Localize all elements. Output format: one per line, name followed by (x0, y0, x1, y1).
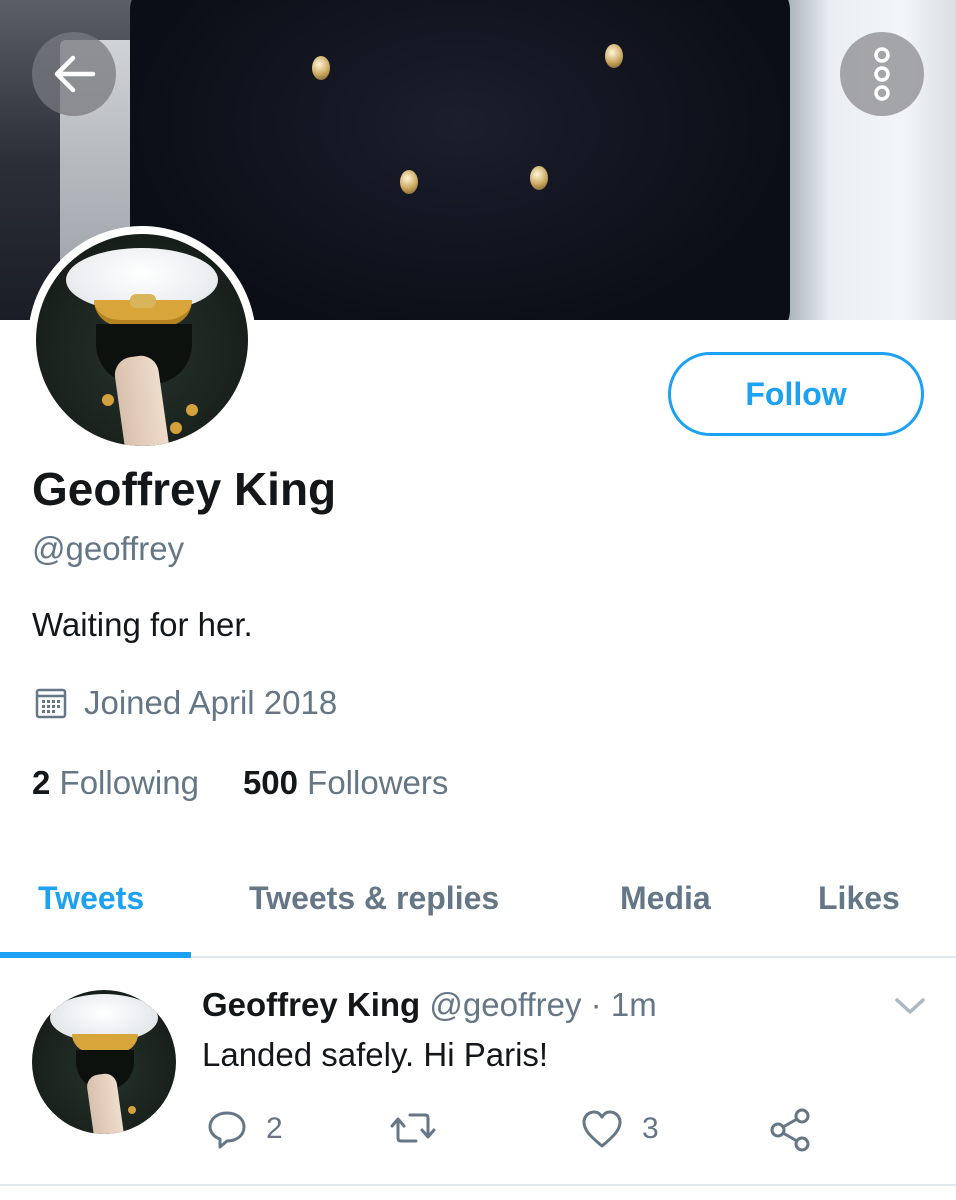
arrow-left-icon (54, 55, 96, 93)
profile-stats: 2 Following 500 Followers (32, 764, 448, 802)
tab-tweets[interactable]: Tweets (38, 880, 144, 917)
more-options-button[interactable] (840, 32, 924, 116)
heart-icon (582, 1110, 622, 1148)
profile-bio: Waiting for her. (32, 606, 253, 643)
share-icon (770, 1108, 810, 1152)
followers-link[interactable]: 500 Followers (243, 764, 448, 802)
back-button[interactable] (32, 32, 116, 116)
following-label: Following (59, 764, 199, 801)
profile-handle: @geoffrey (32, 530, 185, 567)
tab-likes[interactable]: Likes (818, 880, 900, 917)
profile-avatar[interactable] (28, 226, 256, 454)
like-count: 3 (642, 1112, 659, 1145)
tweet-actions: 2 3 (202, 1108, 842, 1156)
chevron-down-icon[interactable] (892, 994, 928, 1018)
tweet-avatar[interactable] (32, 990, 176, 1134)
uniform-button (605, 44, 623, 68)
tab-tweets-replies[interactable]: Tweets & replies (249, 880, 499, 917)
profile-name: Geoffrey King (32, 463, 337, 515)
joined-date: Joined April 2018 (34, 684, 337, 722)
followers-count: 500 (242, 764, 298, 801)
tweet-meta: @geoffrey · 1m (429, 986, 657, 1023)
share-button[interactable] (768, 1108, 812, 1152)
uniform-button (400, 170, 418, 194)
like-button[interactable]: 3 (580, 1108, 659, 1150)
reply-button[interactable]: 2 (206, 1108, 283, 1150)
following-count: 2 (32, 764, 51, 801)
joined-text: Joined April 2018 (84, 684, 338, 721)
reply-count: 2 (266, 1112, 283, 1145)
retweet-icon (390, 1113, 436, 1143)
tweet-author-name[interactable]: Geoffrey King (202, 986, 420, 1023)
uniform-button (530, 166, 548, 190)
following-link[interactable]: 2 Following (32, 764, 199, 802)
tweet-item[interactable]: Geoffrey King @geoffrey · 1m Landed safe… (0, 958, 956, 1186)
uniform-button (312, 56, 330, 80)
calendar-icon (35, 688, 67, 719)
tweet-header: Geoffrey King @geoffrey · 1m (202, 986, 657, 1024)
follow-button[interactable]: Follow (668, 352, 924, 436)
followers-label: Followers (307, 764, 449, 801)
tab-media[interactable]: Media (620, 880, 711, 917)
tweet-text: Landed safely. Hi Paris! (202, 1036, 549, 1073)
reply-icon (208, 1111, 246, 1149)
profile-tabs: Tweets Tweets & replies Media Likes (0, 870, 956, 958)
avatar-image (36, 234, 248, 446)
retweet-button[interactable] (388, 1108, 456, 1148)
more-vertical-icon (874, 47, 890, 101)
